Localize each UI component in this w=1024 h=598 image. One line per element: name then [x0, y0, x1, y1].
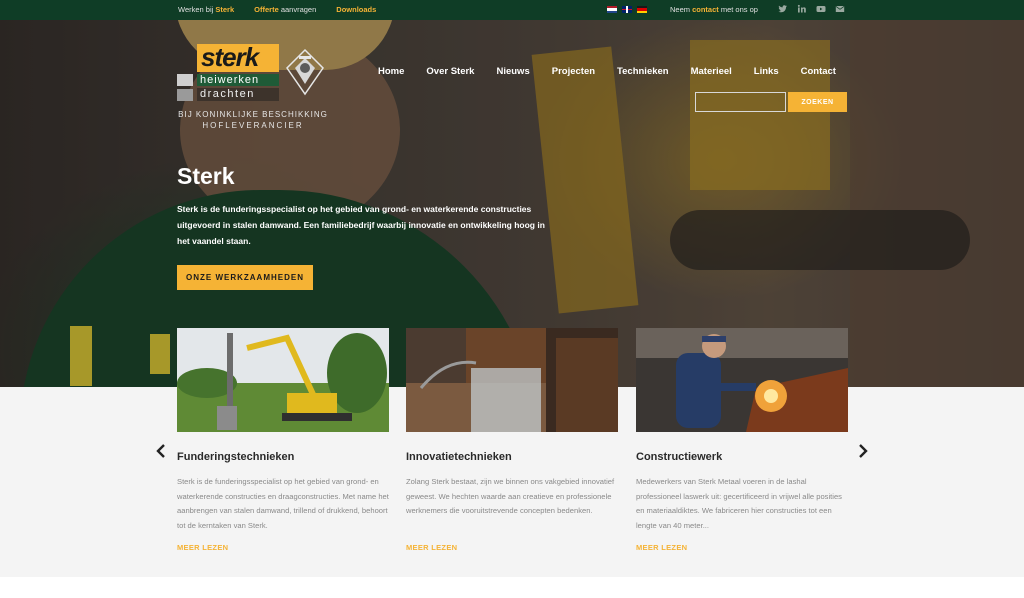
card-more-innovatietechnieken[interactable]: MEER LEZEN [406, 543, 457, 552]
logo-purveyor: HOFLEVERANCIER [202, 121, 304, 130]
nav-over-sterk[interactable]: Over Sterk [426, 66, 474, 77]
linkedin-icon[interactable] [797, 4, 807, 14]
hero-title: Sterk [177, 163, 235, 189]
werken-bij-brand: Sterk [215, 5, 235, 14]
logo-square [177, 89, 193, 101]
onze-werkzaamheden-button[interactable]: ONZE WERKZAAMHEDEN [177, 265, 313, 290]
contact-suffix: met ons op [718, 5, 758, 14]
offerte-link[interactable]: Offerte aanvragen [254, 5, 316, 14]
flag-nl-icon[interactable] [607, 6, 617, 13]
search-button[interactable]: ZOEKEN [788, 92, 847, 112]
footer-strip [0, 577, 1024, 598]
nav-technieken[interactable]: Technieken [617, 66, 669, 77]
flag-de-icon[interactable] [637, 6, 647, 13]
nav-contact[interactable]: Contact [801, 66, 836, 77]
logo-square [177, 74, 193, 86]
nav-links[interactable]: Links [754, 66, 779, 77]
werken-bij-text: Werken bij [178, 5, 216, 14]
contact-prefix: Neem [670, 5, 693, 14]
top-bar-links: Werken bij Sterk Offerte aanvragen Downl… [178, 5, 376, 14]
chevron-left-icon [156, 444, 165, 458]
chevron-right-icon [859, 444, 868, 458]
royal-crest-icon [286, 48, 324, 96]
logo-drachten: drachten [197, 88, 279, 101]
contact-text: Neem contact met ons op [670, 5, 758, 14]
nav-materieel[interactable]: Materieel [691, 66, 732, 77]
search-input[interactable] [695, 92, 786, 112]
card-text-funderingstechnieken: Sterk is de funderingsspecialist op het … [177, 477, 389, 530]
offerte-rest: aanvragen [278, 5, 317, 14]
nav-home[interactable]: Home [378, 66, 404, 77]
downloads-link[interactable]: Downloads [336, 5, 376, 14]
nav-nieuws[interactable]: Nieuws [496, 66, 529, 77]
logo-heiwerken: heiwerken [197, 74, 279, 86]
card-image-innovatietechnieken[interactable] [406, 328, 618, 432]
flag-en-icon[interactable] [622, 6, 632, 13]
werken-bij-link[interactable]: Werken bij Sterk [178, 5, 234, 14]
card-image-constructiewerk[interactable] [636, 328, 848, 432]
mail-icon[interactable] [835, 4, 845, 14]
language-switcher [607, 6, 647, 13]
main-navigation: Home Over Sterk Nieuws Projecten Technie… [378, 66, 836, 77]
youtube-icon[interactable] [816, 4, 826, 14]
card-title-funderingstechnieken[interactable]: Funderingstechnieken [177, 451, 294, 463]
logo-royal-warrant: BIJ KONINKLIJKE BESCHIKKING [178, 110, 328, 119]
site-logo[interactable]: sterk heiwerken drachten BIJ KONINKLIJKE… [177, 22, 329, 132]
card-title-innovatietechnieken[interactable]: Innovatietechnieken [406, 451, 512, 463]
logo-brand: sterk [197, 44, 279, 72]
carousel-next-button[interactable] [857, 441, 869, 461]
contact-link[interactable]: contact [692, 5, 719, 14]
card-title-constructiewerk[interactable]: Constructiewerk [636, 451, 722, 463]
card-more-constructiewerk[interactable]: MEER LEZEN [636, 543, 687, 552]
offerte-bold: Offerte [254, 5, 279, 14]
social-icons [778, 4, 845, 14]
twitter-icon[interactable] [778, 4, 788, 14]
nav-projecten[interactable]: Projecten [552, 66, 595, 77]
top-bar: Werken bij Sterk Offerte aanvragen Downl… [0, 0, 1024, 20]
card-text-innovatietechnieken: Zolang Sterk bestaat, zijn we binnen ons… [406, 477, 615, 515]
card-image-funderingstechnieken[interactable] [177, 328, 389, 432]
carousel-prev-button[interactable] [155, 441, 167, 461]
card-more-funderingstechnieken[interactable]: MEER LEZEN [177, 543, 228, 552]
hero-description: Sterk is de funderingsspecialist op het … [177, 204, 545, 246]
card-text-constructiewerk: Medewerkers van Sterk Metaal voeren in d… [636, 477, 842, 530]
